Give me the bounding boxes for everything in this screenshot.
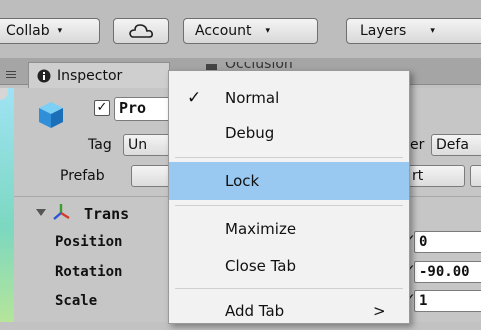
cloud-icon — [129, 24, 153, 38]
tab-occlusion-label: Occlusion — [225, 62, 293, 72]
scene-view-strip — [0, 88, 14, 322]
menu-item-label: Normal — [225, 89, 280, 107]
active-checkbox[interactable]: ✓ — [94, 100, 110, 116]
menu-item-label: Lock — [225, 172, 260, 190]
transform-component-title: Trans — [84, 205, 130, 223]
menu-item-lock[interactable]: Lock — [169, 162, 409, 200]
prefab-apply-button[interactable] — [470, 165, 481, 187]
rotation-label: Rotation — [55, 264, 123, 280]
scale-y-field[interactable]: 1 — [414, 290, 481, 312]
layers-label: Layers — [360, 23, 407, 39]
checkmark-icon: ✓ — [187, 88, 202, 108]
chevron-down-icon: ▾ — [57, 26, 63, 36]
cloud-button[interactable] — [113, 18, 169, 44]
gameobject-cube-icon — [39, 102, 63, 128]
layers-dropdown[interactable]: Layers ▾ — [346, 18, 481, 44]
info-icon — [37, 69, 51, 82]
menu-separator — [175, 157, 403, 158]
position-y-field[interactable]: 0 — [414, 231, 481, 253]
scale-label: Scale — [55, 293, 98, 309]
menu-separator — [175, 205, 403, 206]
position-label: Position — [55, 234, 123, 250]
tab-inspector[interactable]: Inspector — [28, 62, 170, 88]
menu-item-normal[interactable]: ✓ Normal — [169, 79, 409, 117]
menu-separator — [175, 288, 403, 289]
layer-label: er — [410, 137, 425, 153]
tab-inspector-label: Inspector — [57, 67, 123, 84]
menu-item-label: Close Tab — [225, 257, 297, 275]
tag-label: Tag — [88, 137, 112, 153]
menu-item-label: Maximize — [225, 220, 297, 238]
foldout-arrow-icon[interactable] — [36, 209, 46, 216]
submenu-arrow-icon: > — [373, 302, 386, 320]
layer-dropdown[interactable]: Defa — [431, 134, 481, 156]
chevron-down-icon: ▾ — [430, 26, 435, 36]
collab-label: Collab — [6, 23, 50, 39]
chevron-down-icon: ▾ — [265, 26, 271, 36]
transform-axes-icon — [53, 204, 70, 220]
collab-dropdown[interactable]: Collab ▾ — [0, 18, 100, 44]
menu-item-label: Add Tab — [225, 302, 285, 320]
rotation-y-field[interactable]: -90.00 — [414, 261, 481, 283]
tab-context-menu: ✓ Normal Debug Lock Maximize Close Tab A… — [168, 70, 410, 324]
panel-menu-icon[interactable] — [6, 71, 16, 78]
toolbar: Collab ▾ Account ▾ Layers ▾ — [0, 0, 481, 58]
menu-item-close-tab[interactable]: Close Tab — [169, 247, 409, 285]
menu-item-debug[interactable]: Debug — [169, 114, 409, 152]
menu-item-maximize[interactable]: Maximize — [169, 210, 409, 248]
account-label: Account — [195, 23, 252, 39]
menu-item-label: Debug — [225, 124, 275, 142]
menu-item-add-tab[interactable]: Add Tab > — [169, 292, 409, 330]
account-dropdown[interactable]: Account ▾ — [183, 18, 318, 44]
prefab-label: Prefab — [60, 168, 105, 184]
